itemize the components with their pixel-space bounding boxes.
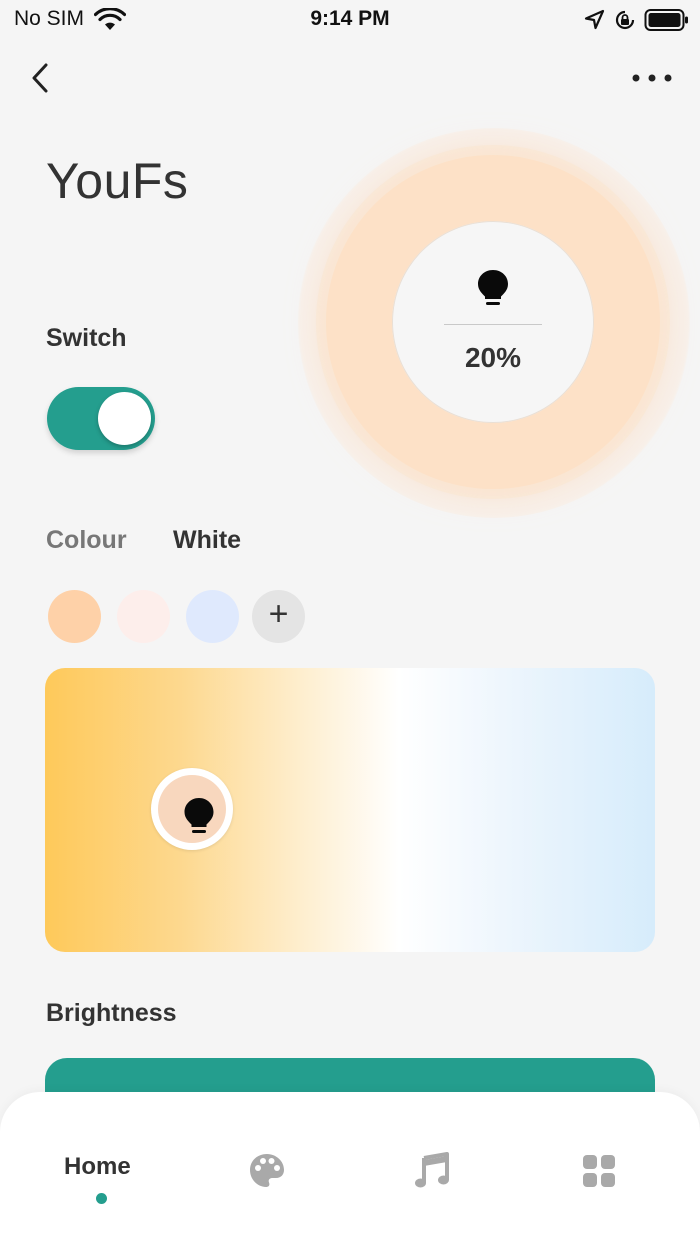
tab-colour[interactable]: Colour (46, 526, 127, 555)
swatch-warm[interactable] (48, 590, 101, 643)
power-toggle[interactable] (47, 387, 155, 450)
music-icon[interactable] (413, 1151, 453, 1191)
swatch-neutral[interactable] (117, 590, 170, 643)
brightness-percent: 20% (464, 342, 522, 373)
rotation-lock-icon (615, 10, 635, 30)
back-icon[interactable] (22, 58, 62, 98)
nav-active-indicator (96, 1193, 107, 1204)
switch-label: Switch (46, 324, 127, 352)
bulb-icon (478, 270, 508, 305)
add-swatch-button[interactable]: + (252, 590, 305, 643)
toggle-knob (98, 392, 151, 445)
color-temperature-panel[interactable] (45, 668, 655, 952)
more-options-icon[interactable] (630, 68, 674, 88)
ring-divider (444, 324, 542, 325)
palette-icon[interactable] (247, 1151, 287, 1191)
bulb-icon (184, 798, 214, 833)
status-bar: No SIM 9:14 PM (0, 0, 700, 40)
ring-center[interactable] (392, 221, 594, 423)
swatch-cool[interactable] (186, 590, 239, 643)
temperature-picker-handle[interactable] (151, 768, 233, 850)
tab-white[interactable]: White (173, 526, 241, 555)
picker-fill (158, 775, 226, 843)
battery-icon (644, 9, 688, 31)
nav-home[interactable]: Home (64, 1153, 131, 1181)
location-icon (584, 9, 605, 30)
device-title: YouFs (46, 153, 189, 209)
grid-icon[interactable] (579, 1151, 619, 1191)
brightness-label: Brightness (46, 999, 177, 1027)
